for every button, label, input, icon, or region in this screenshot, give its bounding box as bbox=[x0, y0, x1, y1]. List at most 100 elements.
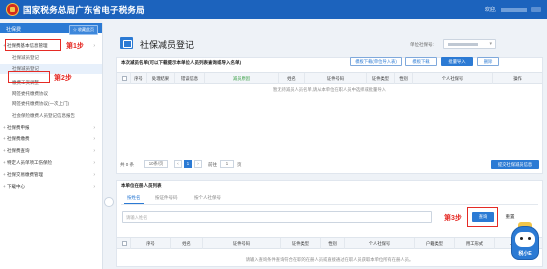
employee-table-header: 序号 姓名 证件号码 证件类型 性别 个人社保号 户籍类型 用工形式 人员身份 bbox=[117, 237, 542, 249]
logout-button[interactable] bbox=[531, 7, 541, 13]
column-header-checkbox[interactable] bbox=[117, 73, 131, 84]
column-header-result: 处理结果 bbox=[147, 73, 175, 84]
tab-by-social-no[interactable]: 按个人社保号 bbox=[194, 195, 221, 201]
favorite-button[interactable]: ☆ 收藏此页 bbox=[68, 25, 98, 35]
column-header-reason: 减员原因 bbox=[205, 73, 279, 84]
sidebar-header-label: 社保费 bbox=[6, 27, 22, 33]
sidebar-item-7[interactable]: 社保费申报 › bbox=[0, 123, 102, 133]
delete-button[interactable]: 删除 bbox=[477, 57, 499, 66]
sidebar-item-10[interactable]: 特定人员单项工伤保险 › bbox=[0, 158, 102, 168]
step3-label: 第3步 bbox=[444, 215, 462, 222]
sidebar-header: 社保费 ☆ 收藏此页 bbox=[0, 23, 102, 35]
step1-label: 第1步 bbox=[66, 43, 84, 50]
column-header-id-type: 证件类型 bbox=[281, 238, 321, 249]
column-header-id-number: 证件号码 bbox=[203, 238, 281, 249]
column-header-action: 操作 bbox=[513, 76, 522, 81]
tab-by-id[interactable]: 按证件号码 bbox=[155, 195, 178, 201]
search-button[interactable]: 查询 bbox=[472, 212, 494, 222]
chevron-right-icon: › bbox=[93, 148, 95, 154]
page-size-value: 10条/页 bbox=[148, 161, 164, 166]
sidebar-item-label: 社保费查询 bbox=[7, 148, 30, 153]
site-title: 国家税务总局广东省电子税务局 bbox=[23, 5, 145, 15]
reduction-list-title: 本次减员名单(可以下载提示本单位人员列表查询或导入名单) bbox=[121, 60, 241, 65]
reset-button[interactable]: 重置 bbox=[500, 212, 520, 222]
sidebar-item-12[interactable]: 下载中心 › bbox=[0, 182, 102, 192]
taxpayer-label: 单位社保号: bbox=[410, 42, 434, 47]
sidebar-item-6[interactable]: 社会保险缴费人员登记信息报告 bbox=[0, 111, 102, 121]
username-masked[interactable] bbox=[500, 7, 527, 12]
page-number-current[interactable]: 1 bbox=[184, 160, 192, 168]
column-header-checkbox[interactable] bbox=[117, 238, 131, 249]
search-input-field[interactable] bbox=[123, 212, 431, 222]
sidebar-item-label: 网签委托缴费协议 bbox=[12, 91, 48, 96]
page-title-icon bbox=[120, 37, 133, 49]
goto-unit: 页 bbox=[237, 162, 242, 167]
mascot-eye-left bbox=[520, 237, 523, 240]
sidebar-collapse-icon[interactable] bbox=[104, 197, 114, 207]
chevron-right-icon: › bbox=[93, 172, 95, 178]
page-size-select[interactable]: 10条/页 bbox=[144, 160, 168, 168]
download-template-unit-button[interactable]: 模板下载(单位导入表) bbox=[350, 57, 402, 66]
pager-total: 共 0 条 bbox=[120, 162, 135, 167]
sidebar-item-11[interactable]: 社保交易缴费管理 › bbox=[0, 170, 102, 180]
submit-reduction-button[interactable]: 提交社保减员信息 bbox=[491, 160, 539, 169]
column-header-name: 姓名 bbox=[279, 73, 305, 84]
download-template-button[interactable]: 模板下载 bbox=[405, 57, 437, 66]
column-header-index: 序号 bbox=[131, 73, 147, 84]
select-all-checkbox[interactable] bbox=[122, 76, 127, 81]
sidebar-item-label: 社保交易缴费管理 bbox=[7, 172, 43, 177]
sidebar-item-1[interactable]: 社保减员登记 bbox=[0, 53, 102, 63]
taxpayer-value-masked bbox=[448, 43, 478, 46]
mascot-face bbox=[515, 232, 535, 247]
search-input[interactable] bbox=[122, 211, 432, 223]
reduction-table-header: 序号 处理结果 错误信息 减员原因 姓名 证件号码 证件类型 性别 个人社保号 … bbox=[117, 72, 542, 84]
tab-divider bbox=[121, 204, 538, 205]
goto-page-input[interactable]: 1 bbox=[220, 160, 234, 168]
sidebar-item-label: 特定人员单项工伤保险 bbox=[7, 160, 52, 165]
step2-highlight-box bbox=[8, 71, 50, 83]
goto-label: 前往 bbox=[208, 162, 217, 167]
column-header-id-number: 证件号码 bbox=[305, 73, 367, 84]
taxpayer-select[interactable]: ▾ bbox=[443, 39, 496, 49]
column-header-social-no: 个人社保号 bbox=[413, 73, 493, 84]
chevron-down-icon: ▾ bbox=[489, 41, 492, 47]
column-header-index: 序号 bbox=[131, 238, 171, 249]
assistant-mascot-icon[interactable]: 税小E bbox=[508, 222, 542, 264]
mascot-label: 税小E bbox=[518, 251, 532, 257]
sidebar-item-label: 网签委托缴费协议(一次上门) bbox=[12, 101, 69, 106]
step2-label: 第2步 bbox=[54, 75, 72, 82]
column-header-household-type: 户籍类型 bbox=[415, 238, 455, 249]
batch-import-button[interactable]: 批量导入 bbox=[441, 57, 473, 66]
user-area: 欢迎, bbox=[485, 6, 541, 13]
chevron-right-icon: › bbox=[93, 136, 95, 142]
column-header-employment-form: 用工形式 bbox=[455, 238, 495, 249]
page-title: 社保减员登记 bbox=[140, 40, 195, 50]
sidebar-item-8[interactable]: 社保费缴费 › bbox=[0, 134, 102, 144]
chevron-right-icon: › bbox=[93, 160, 95, 166]
sidebar-item-label: 社保费缴费 bbox=[7, 136, 30, 141]
column-header-social-no: 个人社保号 bbox=[345, 238, 415, 249]
column-header-gender: 性别 bbox=[321, 238, 345, 249]
select-all-employees-checkbox[interactable] bbox=[122, 241, 127, 246]
column-header-gender: 性别 bbox=[395, 73, 413, 84]
employee-list-title: 本单位在册人员列表 bbox=[121, 183, 162, 188]
prev-page-button[interactable]: ‹ bbox=[174, 160, 182, 168]
chevron-right-icon: › bbox=[93, 125, 95, 131]
next-page-button[interactable]: › bbox=[194, 160, 202, 168]
sidebar-item-label: 社保减员登记 bbox=[12, 55, 39, 60]
sidebar-item-label: 下载中心 bbox=[7, 184, 25, 189]
reduction-empty-text: 暂无待减员人员名单,请从本单位在职人员中选择或批量导入 bbox=[273, 87, 386, 92]
sidebar-item-5[interactable]: 网签委托缴费协议(一次上门) bbox=[0, 99, 102, 109]
chevron-right-icon: › bbox=[93, 184, 95, 190]
tax-emblem-icon bbox=[6, 3, 19, 16]
chevron-right-icon: › bbox=[93, 43, 95, 49]
sidebar-item-4[interactable]: 网签委托缴费协议 bbox=[0, 89, 102, 99]
sidebar-item-label: 社保费申报 bbox=[7, 125, 30, 130]
tab-by-name[interactable]: 按姓名 bbox=[127, 195, 141, 201]
welcome-text: 欢迎, bbox=[484, 7, 497, 13]
employee-empty-text: 请输入查询条件查询符合在职的在册人员或直接通过在职人员获取本单位所有在册人员。 bbox=[245, 257, 414, 262]
step1-highlight-box bbox=[5, 39, 61, 51]
sidebar: 社保费 ☆ 收藏此页 社保费基本信息管理›社保减员登记社保减员登记缴费工资调整网… bbox=[0, 23, 103, 269]
sidebar-item-9[interactable]: 社保费查询 › bbox=[0, 146, 102, 156]
top-header-bar: 国家税务总局广东省电子税务局 欢迎, bbox=[0, 0, 547, 19]
